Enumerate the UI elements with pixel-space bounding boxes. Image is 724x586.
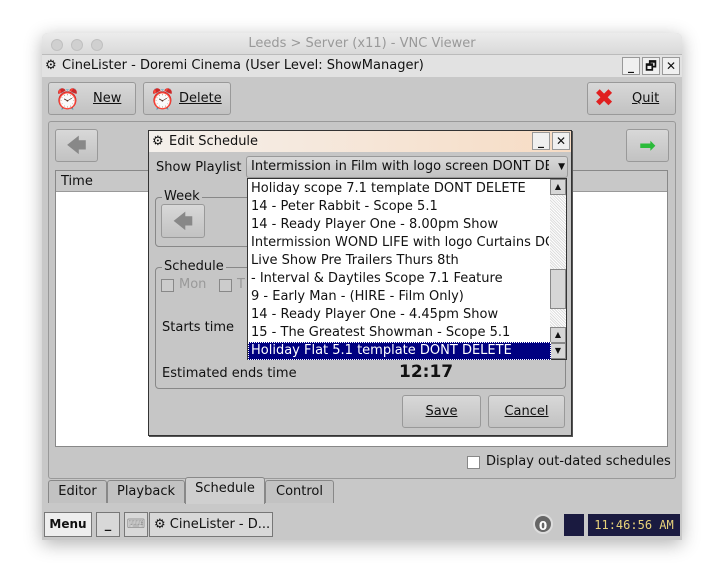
quit-label: Quit	[632, 91, 660, 106]
playlist-value: Intermission in Film with logo screen DO…	[251, 159, 549, 174]
scroll-up-button[interactable]: ▲	[550, 179, 566, 195]
outdated-label: Display out-dated schedules	[486, 454, 671, 469]
keyboard-icon[interactable]: ⌨	[124, 512, 148, 537]
scroll-thumb[interactable]	[550, 269, 566, 309]
playlist-options-list[interactable]: ▲ ▲ ▼ Holiday scope 7.1 template DONT DE…	[247, 178, 567, 360]
vnc-window: Leeds > Server (x11) - VNC Viewer ⚙ Cine…	[42, 33, 682, 540]
tab-playback[interactable]: Playback	[107, 480, 185, 503]
alarm-clock-icon: ⏰	[55, 87, 80, 111]
new-button[interactable]: ⏰ New	[48, 82, 136, 115]
taskbar-app-cinelister[interactable]: ⚙ CineLister - D...	[149, 512, 273, 537]
cancel-label: Cancel	[504, 404, 549, 419]
minimize-button[interactable]: _	[622, 57, 640, 75]
playlist-option[interactable]: Intermission WOND LIFE with logo Curtain…	[251, 234, 549, 252]
tue-label: T	[237, 277, 245, 292]
window-title: Leeds > Server (x11) - VNC Viewer	[248, 36, 476, 51]
tab-editor[interactable]: Editor	[48, 480, 107, 503]
red-x-icon: ✖	[594, 84, 615, 112]
playlist-option[interactable]: 15 - The Greatest Showman - Scope 5.1	[251, 324, 549, 342]
task-label: CineLister - D...	[169, 517, 271, 532]
mon-checkbox[interactable]	[161, 279, 174, 292]
film-reel-icon: ⚙	[45, 58, 57, 73]
cancel-button[interactable]: Cancel	[488, 395, 565, 428]
minimize-traffic-light[interactable]	[71, 39, 83, 51]
left-arrow-icon: 🡄	[66, 133, 87, 157]
restore-button[interactable]: 🗗	[642, 57, 660, 75]
outdated-checkbox[interactable]	[467, 456, 480, 469]
new-label: New	[93, 91, 122, 106]
clock: 11:46:56 AM	[588, 514, 680, 536]
playlist-option[interactable]: Holiday Flat 5.1 template DONT DELETE	[248, 342, 551, 360]
playlist-option[interactable]: 9 - Early Man - (HIRE - Film Only)	[251, 288, 549, 306]
delete-label: Delete	[179, 91, 222, 106]
right-arrow-icon: ➡	[639, 133, 656, 157]
show-desktop-button[interactable]: _	[96, 512, 120, 537]
scroll-down-button[interactable]: ▼	[550, 343, 566, 359]
week-prev-button[interactable]: 🡄	[161, 204, 205, 238]
chevron-down-icon: ▼	[558, 162, 565, 172]
edit-schedule-dialog: ⚙ Edit Schedule _ ✕ Show Playlist Interm…	[148, 130, 572, 436]
alarm-clock-gray-icon: ⏰	[150, 87, 175, 111]
playlist-option[interactable]: 14 - Peter Rabbit - Scope 5.1	[251, 198, 549, 216]
dialog-titlebar: ⚙ Edit Schedule	[149, 131, 571, 152]
app-titlebar: ⚙ CineLister - Doremi Cinema (User Level…	[42, 55, 682, 77]
delete-button[interactable]: ⏰ Delete	[143, 82, 231, 115]
tue-checkbox[interactable]	[219, 279, 232, 292]
save-button[interactable]: Save	[402, 395, 481, 428]
playlist-option[interactable]: Live Show Pre Trailers Thurs 8th	[251, 252, 549, 270]
film-reel-icon: ⚙	[154, 517, 166, 532]
close-traffic-light[interactable]	[51, 39, 63, 51]
dialog-close-button[interactable]: ✕	[552, 132, 570, 150]
left-arrow-icon: 🡄	[172, 209, 194, 233]
save-label: Save	[425, 404, 458, 419]
film-reel-icon: ⚙	[152, 134, 164, 149]
playlist-option[interactable]: 14 - Ready Player One - 8.00pm Show	[251, 216, 549, 234]
starts-time-label: Starts time	[162, 320, 235, 335]
playlist-dropdown[interactable]: Intermission in Film with logo screen DO…	[246, 156, 568, 178]
tab-control[interactable]: Control	[265, 480, 334, 503]
mac-titlebar: Leeds > Server (x11) - VNC Viewer	[42, 33, 682, 55]
mon-label: Mon	[179, 277, 207, 292]
playlist-label: Show Playlist	[156, 160, 242, 175]
quit-button[interactable]: ✖ Quit	[587, 82, 676, 115]
dialog-minimize-button[interactable]: _	[532, 132, 550, 150]
prev-button[interactable]: 🡄	[55, 129, 98, 162]
close-button[interactable]: ✕	[662, 57, 680, 75]
scroll-up-button-lower[interactable]: ▲	[550, 327, 566, 343]
schedule-label: Schedule	[162, 259, 226, 274]
ends-time-value: 12:17	[399, 362, 454, 382]
cpu-monitor	[564, 514, 584, 536]
ends-time-label: Estimated ends time	[162, 366, 297, 381]
zoom-traffic-light[interactable]	[91, 39, 103, 51]
playlist-option[interactable]: Holiday scope 7.1 template DONT DELETE	[251, 180, 549, 198]
next-button[interactable]: ➡	[626, 129, 669, 162]
playlist-option[interactable]: 14 - Ready Player One - 4.45pm Show	[251, 306, 549, 324]
week-label: Week	[162, 189, 202, 204]
notification-badge[interactable]: 0	[533, 514, 553, 534]
app-title: CineLister - Doremi Cinema (User Level: …	[62, 58, 424, 73]
dialog-title: Edit Schedule	[169, 134, 259, 149]
playlist-option[interactable]: - Interval & Daytiles Scope 7.1 Feature	[251, 270, 549, 288]
list-scrollbar[interactable]: ▲ ▲ ▼	[550, 179, 566, 359]
menu-button[interactable]: Menu	[44, 512, 92, 537]
tab-schedule[interactable]: Schedule	[185, 477, 265, 504]
